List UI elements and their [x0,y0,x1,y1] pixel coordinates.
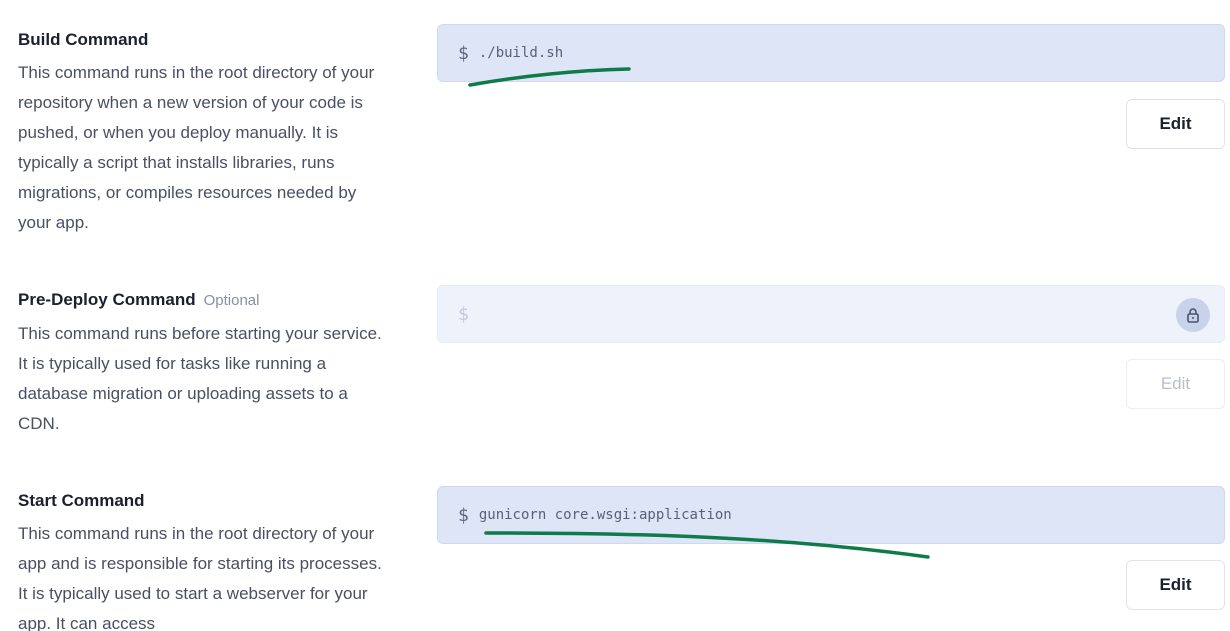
build-command-title: Build Command [18,28,388,52]
start-command-title: Start Command [18,489,388,513]
pre-deploy-command-info: Pre-Deploy Command Optional This command … [18,288,388,439]
prompt-symbol: $ [458,303,469,325]
section-title: Build Command [18,30,149,49]
start-command-description: This command runs in the root directory … [18,524,382,631]
section-title: Pre-Deploy Command [18,290,196,309]
service-settings-page: Build Command This command runs in the r… [0,0,1230,631]
build-command-description: This command runs in the root directory … [18,63,375,232]
section-title: Start Command [18,491,145,510]
pre-deploy-command-description: This command runs before starting your s… [18,324,382,433]
start-command-value: gunicorn core.wsgi:application [478,507,732,523]
start-command-info: Start Command This command runs in the r… [18,489,388,631]
lock-icon-glyph [1187,308,1199,323]
pre-deploy-command-field: $ [437,285,1225,343]
pre-deploy-command-edit-button: Edit [1126,359,1225,409]
optional-label: Optional [203,292,260,309]
prompt-symbol: $ [458,504,469,526]
pre-deploy-command-title: Pre-Deploy Command Optional [18,288,388,313]
start-command-field[interactable]: $ gunicorn core.wsgi:application [437,486,1225,544]
build-command-value: ./build.sh [478,45,564,61]
build-command-edit-button[interactable]: Edit [1126,99,1225,149]
start-command-edit-button[interactable]: Edit [1126,560,1225,610]
build-command-info: Build Command This command runs in the r… [18,28,388,238]
build-command-field[interactable]: $ ./build.sh [437,24,1225,82]
prompt-symbol: $ [458,42,469,64]
lock-icon[interactable] [1176,298,1210,332]
